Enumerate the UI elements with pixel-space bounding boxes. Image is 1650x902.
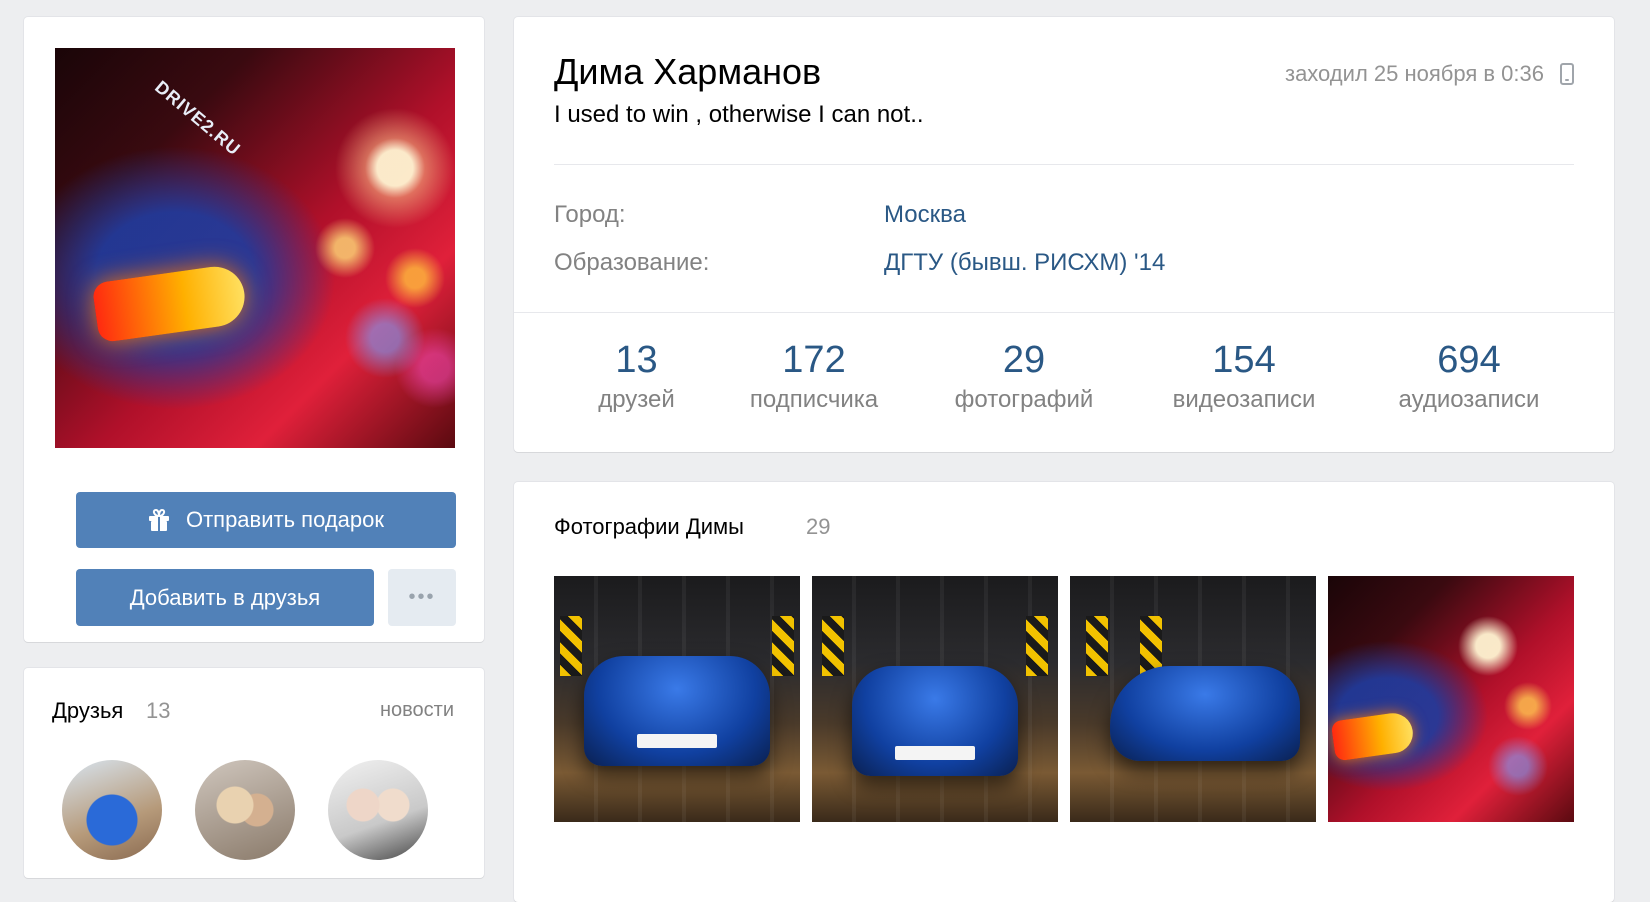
avatar-sticker-text: DRIVE2.RU [151,76,245,160]
photo-thumbnail[interactable] [1328,576,1574,822]
photo-thumbnail[interactable] [554,576,800,822]
counter-label: друзей [598,386,675,413]
gift-icon [148,508,169,531]
add-friend-button[interactable]: Добавить в друзья [76,569,374,626]
friends-count: 13 [146,698,171,723]
hazard-stripe [822,616,844,676]
counter-label: подписчика [749,386,879,413]
city-link[interactable]: Москва [884,201,966,229]
city-label: Город: [554,201,626,228]
photos-card: Фотографии Димы 29 [514,482,1614,902]
counter-label: фотографий [954,386,1094,413]
counter-friends[interactable]: 13 друзей [554,337,719,417]
hazard-stripe [772,616,794,676]
friend-avatar[interactable] [62,760,162,860]
counter-value: 154 [1212,339,1276,381]
counter-videos[interactable]: 154 видеозаписи [1144,337,1344,417]
counter-value: 13 [615,339,658,381]
license-plate [637,734,717,748]
license-plate [895,746,975,760]
counter-followers[interactable]: 172 подписчика [724,337,904,417]
info-divider [554,164,1574,165]
profile-name: Дима Харманов [554,51,822,92]
hazard-stripe [560,616,582,676]
last-seen-status: заходил 25 ноября в 0:36 [1284,61,1544,86]
avatar-card: DRIVE2.RU Отправить подарок Добавить в д… [24,17,484,642]
add-friend-label: Добавить в друзья [129,584,321,610]
hazard-stripe [1086,616,1108,676]
counter-audio[interactable]: 694 аудиозаписи [1364,337,1574,417]
education-link[interactable]: ДГТУ (бывш. РИСХМ) '14 [884,249,1165,277]
counters-divider [514,312,1614,313]
hazard-stripe [1026,616,1048,676]
send-gift-button[interactable]: Отправить подарок [76,492,456,548]
counter-value: 694 [1437,339,1501,381]
more-dots-icon: ••• [408,586,436,608]
friends-news-link[interactable]: новости [380,699,454,722]
counter-label: видеозаписи [1172,386,1316,413]
profile-avatar[interactable]: DRIVE2.RU [55,48,455,448]
education-label: Образование: [554,249,710,276]
friend-avatar[interactable] [195,760,295,860]
counter-value: 29 [1002,339,1046,381]
car-shape [584,656,770,766]
send-gift-label: Отправить подарок [185,507,385,532]
photo-taillight [1330,710,1416,762]
profile-status: I used to win , otherwise I can not.. [554,101,924,128]
counter-photos[interactable]: 29 фотографий [924,337,1124,417]
photos-title[interactable]: Фотографии Димы [554,514,744,540]
avatar-taillight [91,262,249,344]
profile-info-card: Дима Харманов I used to win , otherwise … [514,17,1614,452]
car-shape [1110,666,1300,761]
friends-title[interactable]: Друзья [52,698,123,724]
friend-avatar[interactable] [328,760,428,860]
more-actions-button[interactable]: ••• [388,569,456,626]
counter-value: 172 [782,339,846,381]
photo-thumbnail[interactable] [1070,576,1316,822]
friends-card: Друзья 13 новости [24,668,484,878]
counter-label: аудиозаписи [1398,386,1540,413]
photo-thumbnail[interactable] [812,576,1058,822]
mobile-phone-icon [1560,63,1574,85]
photos-count: 29 [806,514,831,539]
